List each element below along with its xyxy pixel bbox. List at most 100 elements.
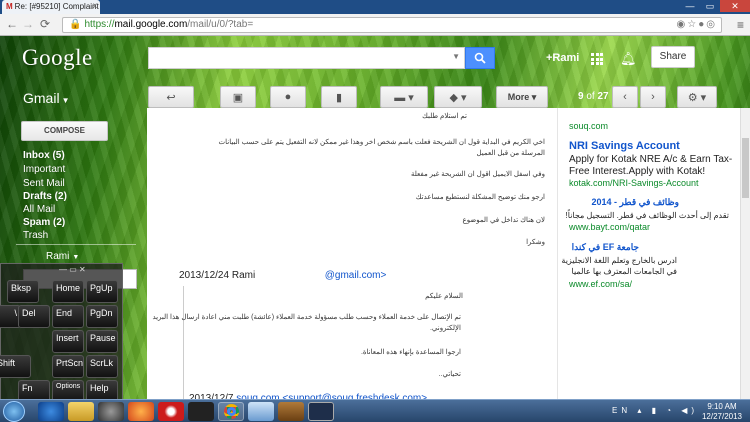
on-screen-keyboard: — ▭ ✕ Bksp Home PgUp \ Del End PgDn Inse… bbox=[0, 263, 123, 406]
quoted-line: تم الإتصال على خدمة العملاء وحسب طلب مسؤ… bbox=[152, 314, 461, 321]
page-scrollbar[interactable] bbox=[740, 108, 750, 422]
chrome-icon[interactable] bbox=[218, 402, 244, 421]
sidebar-item-drafts[interactable]: Drafts (2) bbox=[23, 191, 67, 202]
user-name-link[interactable]: +Rami bbox=[546, 52, 579, 64]
key-shift[interactable]: Shift bbox=[0, 355, 31, 378]
app-icon[interactable] bbox=[278, 402, 304, 421]
browser-menu-icon[interactable]: ≡ bbox=[737, 18, 744, 32]
chat-user-name: Rami bbox=[46, 251, 70, 262]
newer-button[interactable]: ‹ bbox=[612, 86, 638, 108]
ad-body: Free Interest.Apply with Kotak! bbox=[569, 166, 706, 177]
tab-close-icon[interactable]: x bbox=[93, 1, 97, 10]
windows-taskbar: EN ▴ ▮ ◔ ◀) 9:10 AM 12/27/2013 bbox=[0, 399, 750, 422]
apps-grid-icon[interactable] bbox=[591, 53, 603, 65]
media-player-icon[interactable] bbox=[98, 402, 124, 421]
tray-language[interactable]: EN bbox=[612, 406, 631, 415]
extension-icons[interactable]: ◉☆●◎ bbox=[677, 18, 717, 32]
back-icon[interactable]: ← bbox=[6, 17, 18, 31]
sidebar-item-spam[interactable]: Spam (2) bbox=[23, 217, 65, 228]
older-button[interactable]: › bbox=[640, 86, 666, 108]
gear-icon: ⚙ ▾ bbox=[687, 91, 707, 104]
system-tray[interactable]: EN ▴ ▮ ◔ ◀) bbox=[612, 406, 698, 415]
start-button[interactable] bbox=[3, 401, 25, 422]
sidebar-item-all-mail[interactable]: All Mail bbox=[23, 204, 55, 215]
ad-body: في الجامعات المعترف بها عالميا bbox=[571, 267, 678, 276]
key-prtscn[interactable]: PrtScn bbox=[52, 355, 84, 378]
compose-button[interactable]: COMPOSE bbox=[21, 121, 108, 141]
forward-icon[interactable]: → bbox=[22, 17, 34, 31]
settings-button[interactable]: ⚙ ▾ bbox=[677, 86, 717, 108]
key-pause[interactable]: Pause bbox=[86, 330, 118, 353]
tab-title: Re: [#95210] Complaint b bbox=[14, 2, 100, 11]
sidebar-item-sent[interactable]: Sent Mail bbox=[23, 178, 65, 189]
minimize-button[interactable]: — bbox=[680, 0, 700, 12]
scrollbar-thumb[interactable] bbox=[742, 138, 749, 198]
mail-line: تم استلام طلبك bbox=[422, 113, 467, 120]
quoted-header: 2013/12/24 Rami @gmail.com> bbox=[179, 270, 386, 281]
mail-line: وشكرا bbox=[526, 239, 545, 246]
chat-user[interactable]: Rami ▼ bbox=[46, 251, 79, 262]
clock-date: 12/27/2013 bbox=[701, 412, 743, 421]
ad-body: Apply for Kotak NRE A/c & Earn Tax- bbox=[569, 154, 733, 165]
sidebar-item-important[interactable]: Important bbox=[23, 164, 65, 175]
address-bar-row: ← → ⟳ 🔒 https://mail.google.com/mail/u/0/… bbox=[0, 14, 750, 36]
archive-button[interactable]: ▣ bbox=[220, 86, 256, 108]
ie-icon[interactable] bbox=[38, 402, 64, 421]
url-scheme: https:// bbox=[84, 19, 115, 30]
key-pgup[interactable]: PgUp bbox=[86, 280, 118, 303]
firefox-icon[interactable] bbox=[128, 402, 154, 421]
ad-url[interactable]: www.ef.com/sa/ bbox=[569, 279, 632, 289]
taskbar-clock[interactable]: 9:10 AM 12/27/2013 bbox=[700, 402, 744, 422]
chevron-down-icon: ▼ bbox=[61, 96, 70, 105]
notifications-bell-icon[interactable]: 🔔︎ bbox=[620, 51, 637, 67]
url-field[interactable]: 🔒 https://mail.google.com/mail/u/0/?tab= … bbox=[62, 17, 722, 33]
key-home[interactable]: Home bbox=[52, 280, 84, 303]
gmail-menu[interactable]: Gmail ▼ bbox=[23, 90, 69, 106]
key-insert[interactable]: Insert bbox=[52, 330, 84, 353]
key-pgdn[interactable]: PgDn bbox=[86, 305, 118, 328]
key-bksp[interactable]: Bksp bbox=[7, 280, 39, 303]
key-end[interactable]: End bbox=[52, 305, 84, 328]
label-icon: ◆ ▾ bbox=[449, 91, 467, 104]
move-to-button[interactable]: ▬ ▾ bbox=[380, 86, 428, 108]
ad-body: تقدم إلى أحدث الوظائف في قطر. التسجيل مج… bbox=[565, 211, 729, 220]
ad-url[interactable]: kotak.com/NRI-Savings-Account bbox=[569, 178, 699, 188]
browser-tab[interactable]: M Re: [#95210] Complaint b x bbox=[2, 0, 100, 14]
page-total: 27 bbox=[597, 91, 609, 102]
key-scrlk[interactable]: ScrLk bbox=[86, 355, 118, 378]
key-del[interactable]: Del bbox=[18, 305, 50, 328]
quoted-email-link[interactable]: @gmail.com> bbox=[325, 270, 387, 281]
back-to-inbox-button[interactable]: ↩ bbox=[148, 86, 194, 108]
photo-viewer-icon[interactable] bbox=[248, 402, 274, 421]
url-path: /mail/u/0/?tab= bbox=[187, 19, 254, 30]
maximize-button[interactable]: ▭ bbox=[700, 0, 720, 12]
ad-url[interactable]: www.bayt.com/qatar bbox=[569, 222, 650, 232]
message-body: تم استلام طلبك اخي الكريم في البداية قول… bbox=[147, 108, 557, 422]
sidebar-item-trash[interactable]: Trash bbox=[23, 230, 48, 241]
ad-title[interactable]: وظائف في قطر - 2014 bbox=[569, 197, 679, 208]
close-window-button[interactable]: ✕ bbox=[720, 0, 750, 12]
blackberry-icon[interactable] bbox=[188, 402, 214, 421]
explorer-icon[interactable] bbox=[68, 402, 94, 421]
search-input[interactable]: ▼ bbox=[148, 47, 465, 69]
osk-window-controls[interactable]: — ▭ ✕ bbox=[59, 265, 86, 274]
more-button[interactable]: More ▾ bbox=[496, 86, 548, 108]
ad-url[interactable]: souq.com bbox=[569, 121, 608, 131]
opera-icon[interactable] bbox=[158, 402, 184, 421]
search-button[interactable] bbox=[465, 47, 495, 69]
sidebar-divider bbox=[16, 244, 136, 245]
labels-button[interactable]: ◆ ▾ bbox=[434, 86, 482, 108]
report-spam-button[interactable]: ● bbox=[270, 86, 306, 108]
search-options-icon[interactable]: ▼ bbox=[452, 52, 460, 61]
archive-icon: ▣ bbox=[232, 91, 244, 104]
sidebar-item-inbox[interactable]: Inbox (5) bbox=[23, 150, 65, 161]
ad-title[interactable]: NRI Savings Account bbox=[569, 140, 680, 152]
share-button[interactable]: Share bbox=[651, 46, 695, 68]
ad-title[interactable]: جامعة EF في كندا bbox=[569, 242, 639, 253]
reload-icon[interactable]: ⟳ bbox=[40, 17, 50, 31]
quoted-date: 2013/12/24 bbox=[179, 270, 230, 281]
delete-button[interactable]: ▮ bbox=[321, 86, 357, 108]
trash-icon: ▮ bbox=[335, 91, 343, 104]
keyboard-app-icon[interactable] bbox=[308, 402, 334, 421]
google-logo[interactable]: Google bbox=[22, 45, 93, 71]
